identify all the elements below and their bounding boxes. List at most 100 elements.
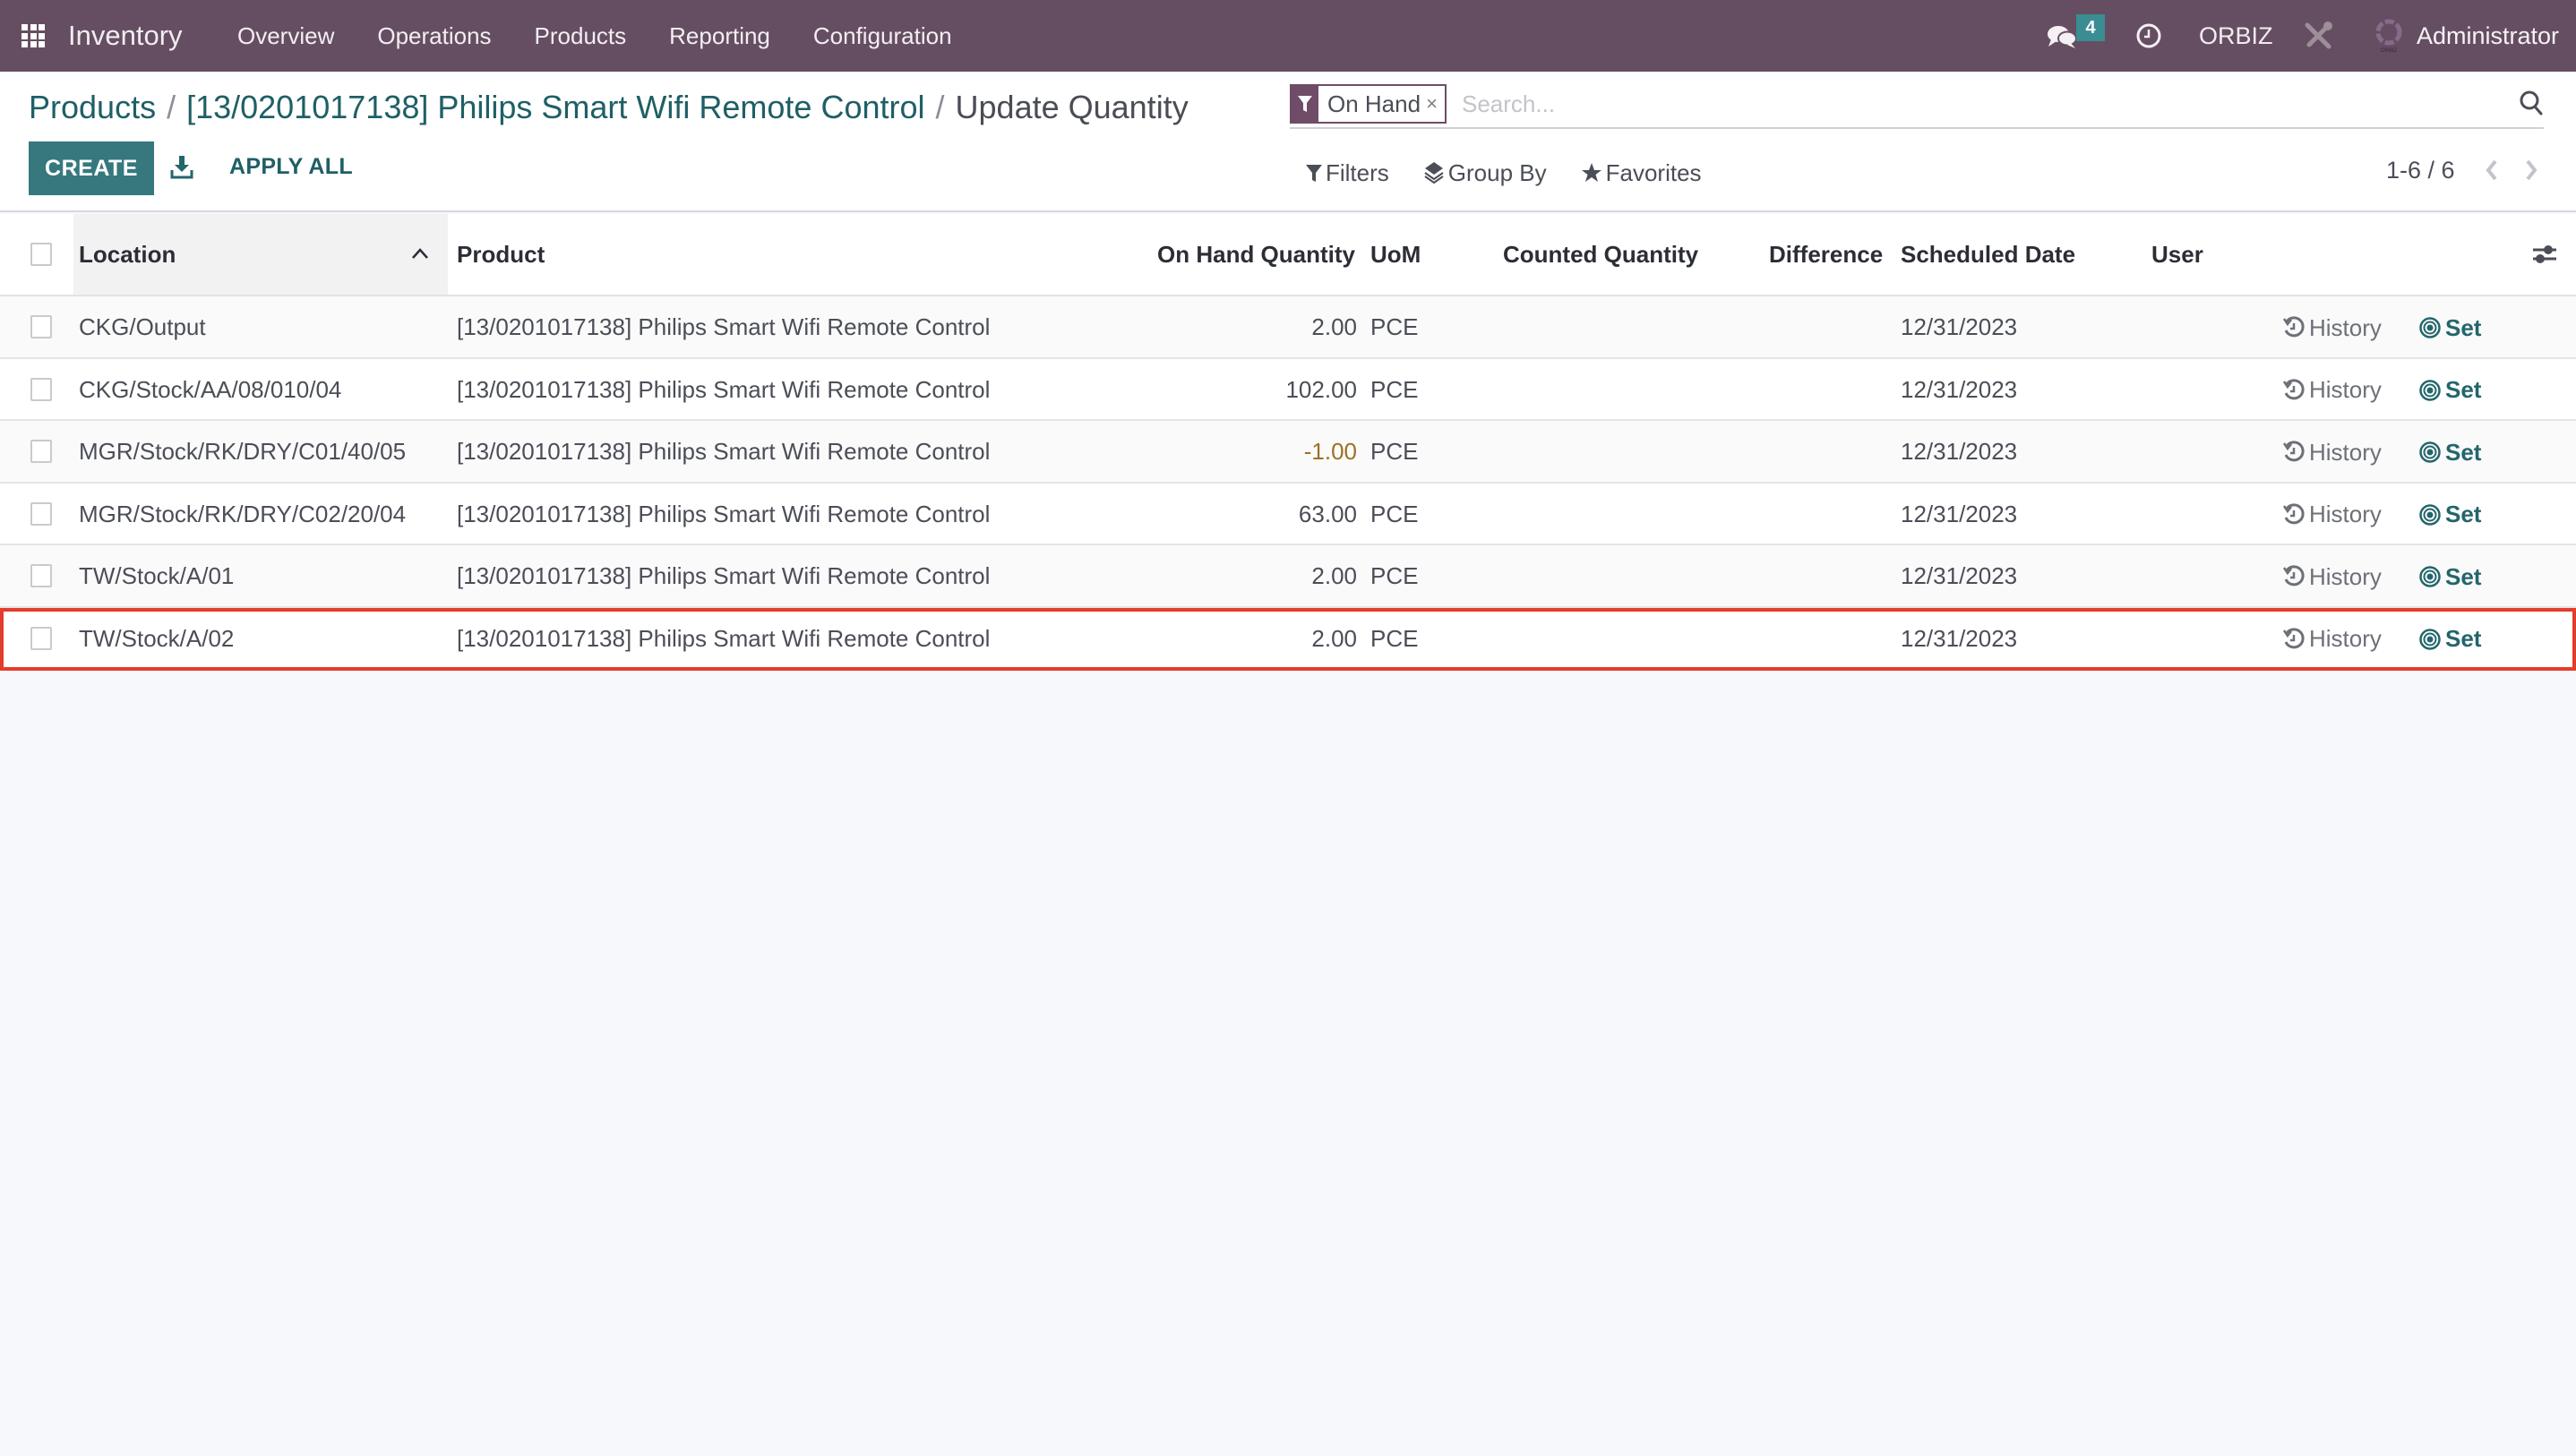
cell-product: [13/0201017138] Philips Smart Wifi Remot… <box>457 624 991 652</box>
set-button[interactable]: Set <box>2418 561 2481 592</box>
menu-item-overview[interactable]: Overview <box>237 20 334 52</box>
history-button[interactable]: History <box>2282 313 2382 343</box>
create-button[interactable]: CREATE <box>29 141 154 195</box>
cell-product: [13/0201017138] Philips Smart Wifi Remot… <box>457 500 991 527</box>
user-menu[interactable]: Administrator <box>2417 20 2559 52</box>
menu-item-reporting[interactable]: Reporting <box>669 20 770 52</box>
history-label: History <box>2309 562 2382 590</box>
favorites-button[interactable]: Favorites <box>1581 157 1702 189</box>
table-row[interactable]: CKG/Output [13/0201017138] Philips Smart… <box>0 296 2576 359</box>
menu-item-configuration[interactable]: Configuration <box>813 20 952 52</box>
column-header-location[interactable]: Location <box>73 214 448 295</box>
cell-product: [13/0201017138] Philips Smart Wifi Remot… <box>457 313 991 340</box>
history-button[interactable]: History <box>2282 437 2382 467</box>
messages-count-badge: 4 <box>2076 14 2105 41</box>
apply-all-button[interactable]: APPLY ALL <box>229 154 353 180</box>
user-avatar[interactable]: ORBIZ <box>2374 18 2404 54</box>
set-label: Set <box>2445 501 2482 528</box>
breadcrumb-products[interactable]: Products <box>29 89 156 125</box>
set-button[interactable]: Set <box>2418 375 2481 406</box>
target-icon <box>2419 629 2441 650</box>
history-button[interactable]: History <box>2282 375 2382 406</box>
cell-location: CKG/Output <box>79 313 206 340</box>
search-input[interactable] <box>1462 86 2447 122</box>
table-row[interactable]: MGR/Stock/RK/DRY/C02/20/04 [13/020101713… <box>0 483 2576 546</box>
group-by-label: Group By <box>1447 159 1547 186</box>
cell-uom: PCE <box>1370 313 1419 340</box>
apps-menu-icon[interactable] <box>21 24 45 47</box>
filters-label: Filters <box>1326 159 1389 186</box>
top-navbar: Inventory Overview Operations Products R… <box>0 0 2576 72</box>
cell-location: TW/Stock/A/01 <box>79 562 235 590</box>
group-by-button[interactable]: Group By <box>1423 157 1547 189</box>
set-label: Set <box>2445 562 2482 590</box>
cell-product: [13/0201017138] Philips Smart Wifi Remot… <box>457 562 991 590</box>
select-all-checkbox[interactable] <box>30 243 52 266</box>
pager-value[interactable]: 1-6 / 6 <box>2386 154 2455 186</box>
row-checkbox[interactable] <box>30 440 52 464</box>
app-name[interactable]: Inventory <box>68 18 183 54</box>
cell-location: MGR/Stock/RK/DRY/C02/20/04 <box>79 500 407 527</box>
history-label: History <box>2309 313 2382 341</box>
optional-columns-icon[interactable] <box>2531 243 2558 266</box>
breadcrumb-product[interactable]: [13/0201017138] Philips Smart Wifi Remot… <box>186 89 924 125</box>
set-button[interactable]: Set <box>2418 624 2481 655</box>
history-button[interactable]: History <box>2282 624 2382 655</box>
favorites-label: Favorites <box>1605 159 1702 186</box>
table-row[interactable]: TW/Stock/A/02 [13/0201017138] Philips Sm… <box>0 607 2576 671</box>
menu-item-operations[interactable]: Operations <box>377 20 491 52</box>
cell-scheduled-date: 12/31/2023 <box>1901 500 2018 527</box>
facet-remove-icon[interactable]: × <box>1426 86 1445 122</box>
row-checkbox[interactable] <box>30 626 52 650</box>
column-header-counted-quantity[interactable]: Counted Quantity <box>1503 214 1698 295</box>
messages-icon[interactable] <box>2046 23 2078 50</box>
column-header-product[interactable]: Product <box>457 214 545 295</box>
set-button[interactable]: Set <box>2418 437 2481 467</box>
cell-on-hand-quantity: 2.00 <box>1311 313 1357 340</box>
history-button[interactable]: History <box>2282 561 2382 592</box>
row-checkbox[interactable] <box>30 564 52 588</box>
activity-clock-icon[interactable] <box>2135 22 2162 49</box>
history-button[interactable]: History <box>2282 500 2382 530</box>
cell-on-hand-quantity: 102.00 <box>1285 375 1357 403</box>
target-icon <box>2419 317 2441 338</box>
debug-tools-icon[interactable] <box>2302 20 2334 52</box>
control-panel: Products / [13/0201017138] Philips Smart W… <box>0 72 2576 212</box>
history-icon <box>2282 565 2305 587</box>
table-body: CKG/Output [13/0201017138] Philips Smart… <box>0 296 2576 671</box>
cell-scheduled-date: 12/31/2023 <box>1901 562 2018 590</box>
main-menu: Overview Operations Products Reporting C… <box>237 20 995 52</box>
download-icon[interactable] <box>170 154 193 179</box>
table-row[interactable]: TW/Stock/A/01 [13/0201017138] Philips Sm… <box>0 545 2576 608</box>
row-checkbox[interactable] <box>30 315 52 338</box>
column-header-uom[interactable]: UoM <box>1370 214 1421 295</box>
cell-location: CKG/Stock/AA/08/010/04 <box>79 375 342 403</box>
company-switcher[interactable]: ORBIZ <box>2199 20 2273 52</box>
pager-next-icon[interactable] <box>2520 154 2542 186</box>
history-label: History <box>2309 625 2382 653</box>
history-label: History <box>2309 501 2382 528</box>
table-row[interactable]: MGR/Stock/RK/DRY/C01/40/05 [13/020101713… <box>0 421 2576 484</box>
facet-value: On Hand <box>1318 86 1427 122</box>
svg-text:ORBIZ: ORBIZ <box>2381 48 2398 54</box>
cell-on-hand-quantity: -1.00 <box>1303 438 1357 466</box>
set-button[interactable]: Set <box>2418 313 2481 343</box>
breadcrumb-separator: / <box>167 89 176 125</box>
cell-product: [13/0201017138] Philips Smart Wifi Remot… <box>457 438 991 466</box>
table-row[interactable]: CKG/Stock/AA/08/010/04 [13/0201017138] P… <box>0 358 2576 422</box>
column-header-scheduled-date[interactable]: Scheduled Date <box>1901 214 2075 295</box>
column-header-user[interactable]: User <box>2151 214 2203 295</box>
set-label: Set <box>2445 313 2482 341</box>
pager-previous-icon[interactable] <box>2481 154 2503 186</box>
search-icon[interactable] <box>2519 90 2544 116</box>
menu-item-products[interactable]: Products <box>535 20 627 52</box>
column-header-on-hand-quantity[interactable]: On Hand Quantity <box>1157 214 1355 295</box>
row-checkbox[interactable] <box>30 501 52 526</box>
target-icon <box>2419 441 2441 463</box>
row-checkbox[interactable] <box>30 377 52 401</box>
cell-scheduled-date: 12/31/2023 <box>1901 624 2018 652</box>
search-options: Filters Group By Favorites <box>1306 157 1736 189</box>
set-button[interactable]: Set <box>2418 500 2481 530</box>
column-header-difference[interactable]: Difference <box>1769 214 1883 295</box>
filters-button[interactable]: Filters <box>1306 157 1389 189</box>
